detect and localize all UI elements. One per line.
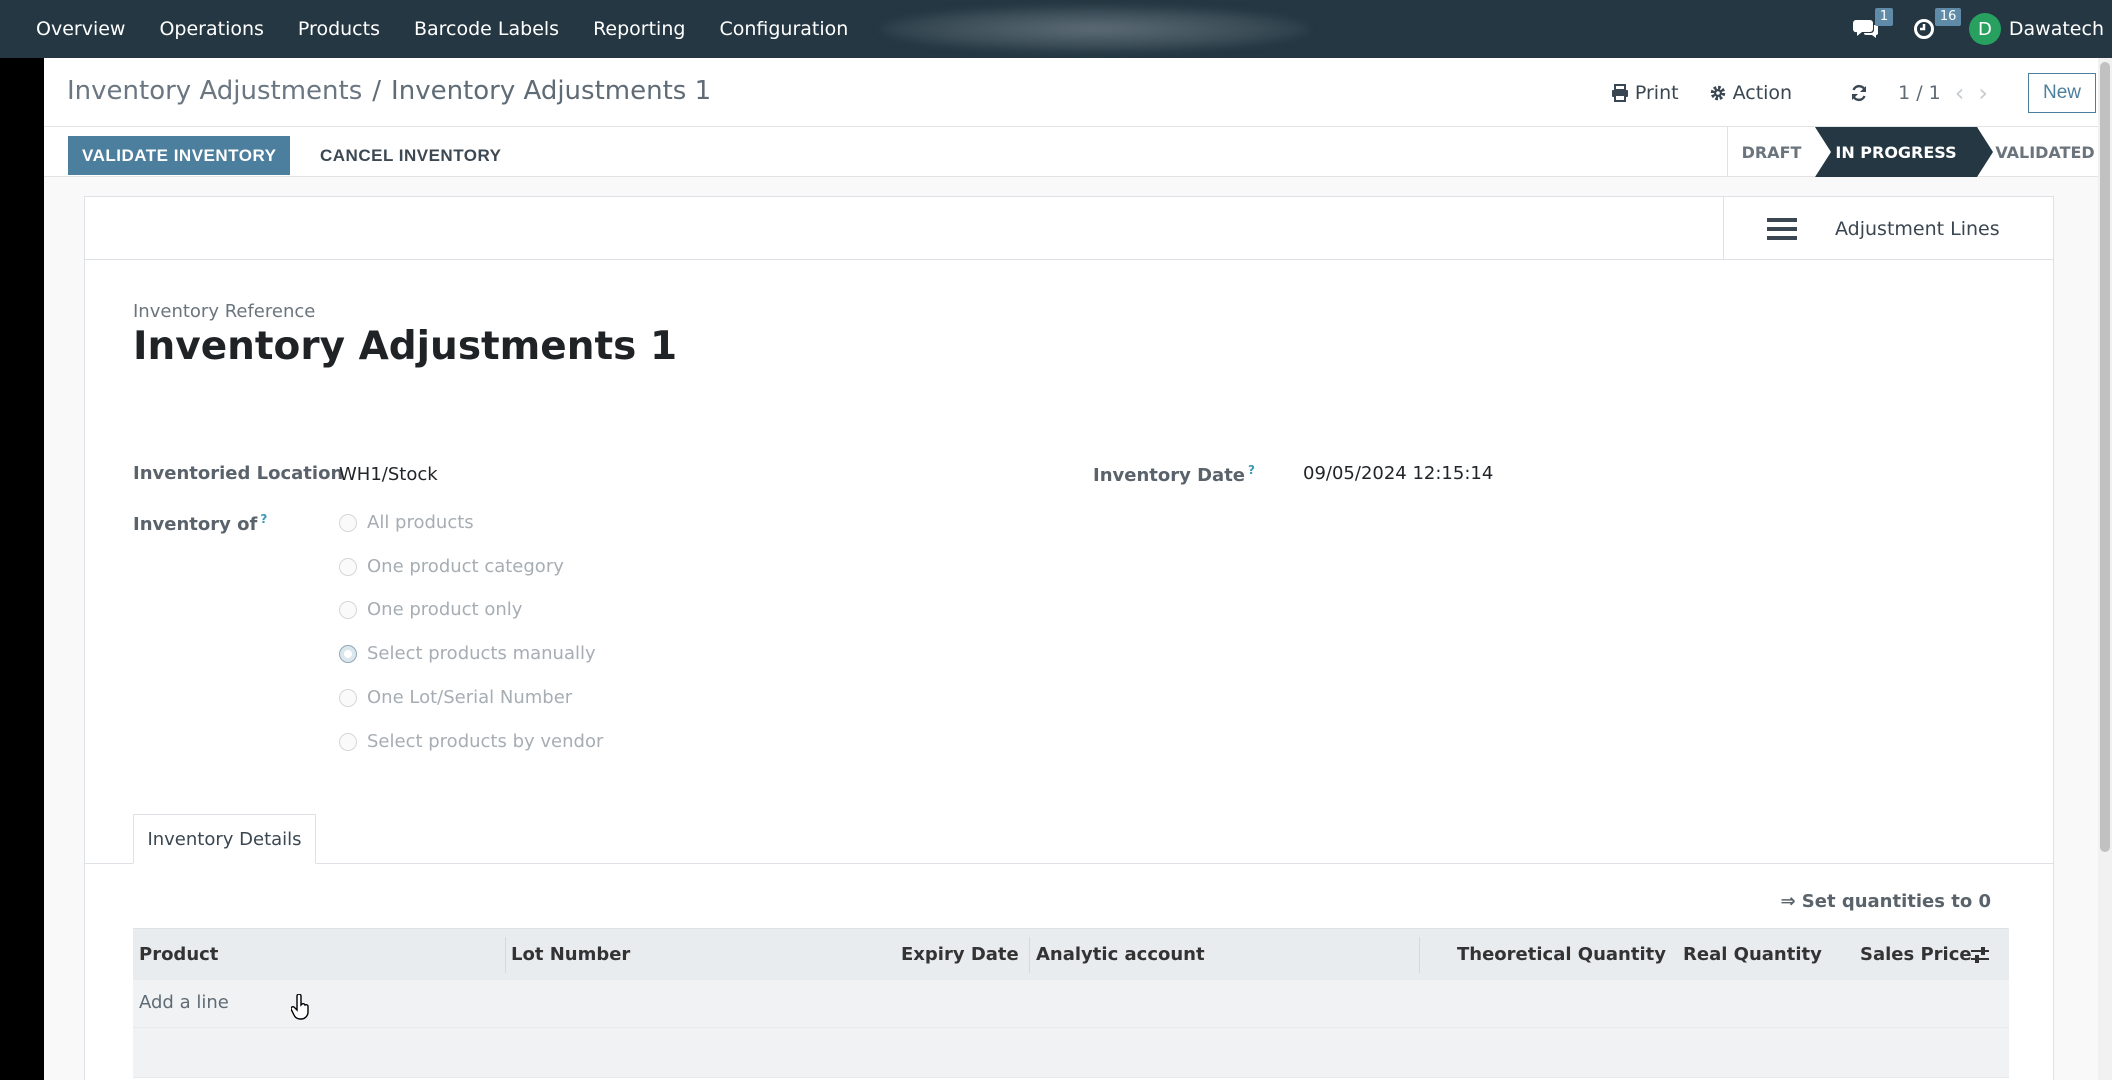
pager: 1 / 1 ‹ › xyxy=(1850,79,1988,107)
set-quantities-to-zero-button[interactable]: ⇒ Set quantities to 0 xyxy=(1780,891,1991,912)
navbar-systray: 1 16 D Dawatech xyxy=(1852,0,2112,58)
add-line-link[interactable]: Add a line xyxy=(139,992,229,1013)
pager-previous-icon[interactable]: ‹ xyxy=(1955,79,1965,107)
cancel-inventory-button[interactable]: CANCEL INVENTORY xyxy=(312,136,510,175)
main-content: Inventory Adjustments / Inventory Adjust… xyxy=(44,58,2112,1080)
print-label: Print xyxy=(1634,81,1679,104)
control-panel-actions: Print Action 1 / 1 ‹ › New xyxy=(1611,58,2112,127)
table-header: Product Lot Number Expiry Date Analytic … xyxy=(133,928,2009,980)
activities-button[interactable]: 16 xyxy=(1913,8,1962,40)
action-label: Action xyxy=(1732,81,1793,104)
inventory-of-label: Inventory of xyxy=(133,514,258,535)
form-sheet: Adjustment Lines Inventory Reference Inv… xyxy=(84,196,2054,1080)
column-sales-price[interactable]: Sales Price xyxy=(1860,944,1972,965)
pager-next-icon[interactable]: › xyxy=(1978,79,1988,107)
inventory-of-label-wrap: Inventory of? xyxy=(133,512,267,535)
menu-overview[interactable]: Overview xyxy=(19,0,142,58)
radio-one-product-only[interactable]: One product only xyxy=(339,599,522,620)
main-menu: Overview Operations Products Barcode Lab… xyxy=(0,0,865,58)
breadcrumb-current: Inventory Adjustments 1 xyxy=(391,76,712,106)
menu-reporting[interactable]: Reporting xyxy=(576,0,702,58)
inventory-date-label: Inventory Date xyxy=(1093,465,1246,486)
radio-label: One Lot/Serial Number xyxy=(367,687,573,708)
radio-select-products-manually[interactable]: Select products manually xyxy=(339,643,596,664)
radio-label: All products xyxy=(367,512,474,533)
radio-label: Select products manually xyxy=(367,643,596,664)
control-panel: Inventory Adjustments / Inventory Adjust… xyxy=(44,58,2112,127)
inventory-reference-value[interactable]: Inventory Adjustments 1 xyxy=(133,324,677,369)
column-real-quantity[interactable]: Real Quantity xyxy=(1683,944,1822,965)
new-button[interactable]: New xyxy=(2027,72,2096,113)
add-line-row: Add a line xyxy=(133,980,2009,1028)
stage-validated[interactable]: VALIDATED xyxy=(1977,127,2112,177)
stage-draft[interactable]: DRAFT xyxy=(1727,127,1815,177)
list-icon xyxy=(1767,213,1797,245)
column-divider xyxy=(1419,937,1420,973)
column-settings-icon[interactable] xyxy=(1969,945,1991,965)
scrollbar-thumb[interactable] xyxy=(2100,62,2110,852)
radio-all-products[interactable]: All products xyxy=(339,512,474,533)
table-row xyxy=(133,1028,2009,1078)
button-box: Adjustment Lines xyxy=(85,197,2053,260)
menu-products[interactable]: Products xyxy=(281,0,397,58)
menu-operations[interactable]: Operations xyxy=(142,0,280,58)
radio-button[interactable] xyxy=(339,600,357,619)
notebook-tabs: Inventory Details xyxy=(85,814,2053,864)
printer-icon xyxy=(1611,83,1628,102)
messages-button[interactable]: 1 xyxy=(1852,8,1894,40)
radio-one-lot-serial-number[interactable]: One Lot/Serial Number xyxy=(339,687,572,708)
column-product[interactable]: Product xyxy=(139,944,218,965)
column-theoretical-quantity[interactable]: Theoretical Quantity xyxy=(1457,944,1666,965)
stage-pipeline: DRAFT IN PROGRESS VALIDATED xyxy=(1727,127,2112,177)
user-menu[interactable]: Dawatech xyxy=(2009,18,2104,40)
messages-badge: 1 xyxy=(1874,8,1894,26)
refresh-icon[interactable] xyxy=(1850,84,1868,102)
adjustment-lines-button[interactable]: Adjustment Lines xyxy=(1723,197,2053,260)
validate-inventory-button[interactable]: VALIDATE INVENTORY xyxy=(68,136,291,175)
column-divider xyxy=(1029,937,1030,973)
radio-label: Select products by vendor xyxy=(367,731,604,752)
inventoried-location-label: Inventoried Location xyxy=(133,463,344,484)
radio-button[interactable] xyxy=(339,688,357,707)
menu-configuration[interactable]: Configuration xyxy=(702,0,865,58)
radio-one-product-category[interactable]: One product category xyxy=(339,556,564,577)
column-expiry-date[interactable]: Expiry Date xyxy=(901,944,1019,965)
clock-icon xyxy=(1913,19,1934,39)
hand-cursor-icon xyxy=(291,994,309,1020)
stage-in-progress[interactable]: IN PROGRESS xyxy=(1815,127,1993,177)
column-analytic-account[interactable]: Analytic account xyxy=(1036,944,1205,965)
menu-barcode-labels[interactable]: Barcode Labels xyxy=(397,0,576,58)
pager-value[interactable]: 1 / 1 xyxy=(1898,82,1941,104)
column-lot-number[interactable]: Lot Number xyxy=(511,944,630,965)
activities-badge: 16 xyxy=(1934,8,1962,26)
adjustment-lines-label: Adjustment Lines xyxy=(1835,217,2000,240)
blurred-region xyxy=(880,6,1310,52)
avatar[interactable]: D xyxy=(1968,13,2001,45)
status-bar: VALIDATE INVENTORY CANCEL INVENTORY DRAF… xyxy=(44,127,2112,177)
breadcrumb-separator: / xyxy=(372,76,382,106)
inventory-date-label-wrap: Inventory Date? xyxy=(1093,463,1255,486)
radio-button[interactable] xyxy=(339,732,357,751)
radio-button[interactable] xyxy=(339,513,357,532)
radio-label: One product category xyxy=(367,556,564,577)
radio-select-products-by-vendor[interactable]: Select products by vendor xyxy=(339,731,603,752)
column-divider xyxy=(505,937,506,973)
top-navbar: Overview Operations Products Barcode Lab… xyxy=(0,0,2112,58)
radio-button-checked[interactable] xyxy=(339,644,357,663)
action-button[interactable]: Action xyxy=(1709,81,1793,104)
help-icon[interactable]: ? xyxy=(1248,463,1255,477)
radio-label: One product only xyxy=(367,599,523,620)
inventory-reference-label: Inventory Reference xyxy=(133,301,316,322)
help-icon[interactable]: ? xyxy=(260,512,267,526)
radio-button[interactable] xyxy=(339,557,357,576)
page-scrollbar[interactable] xyxy=(2098,58,2112,1080)
inventoried-location-value[interactable]: WH1/Stock xyxy=(339,464,438,485)
inventory-lines-table: Product Lot Number Expiry Date Analytic … xyxy=(133,928,2009,1080)
breadcrumb-parent[interactable]: Inventory Adjustments xyxy=(67,76,362,106)
inventory-date-value[interactable]: 09/05/2024 12:15:14 xyxy=(1303,463,1493,484)
breadcrumb: Inventory Adjustments / Inventory Adjust… xyxy=(67,76,711,106)
print-button[interactable]: Print xyxy=(1611,82,1679,104)
tab-inventory-details[interactable]: Inventory Details xyxy=(133,814,316,864)
gear-icon xyxy=(1710,85,1725,100)
